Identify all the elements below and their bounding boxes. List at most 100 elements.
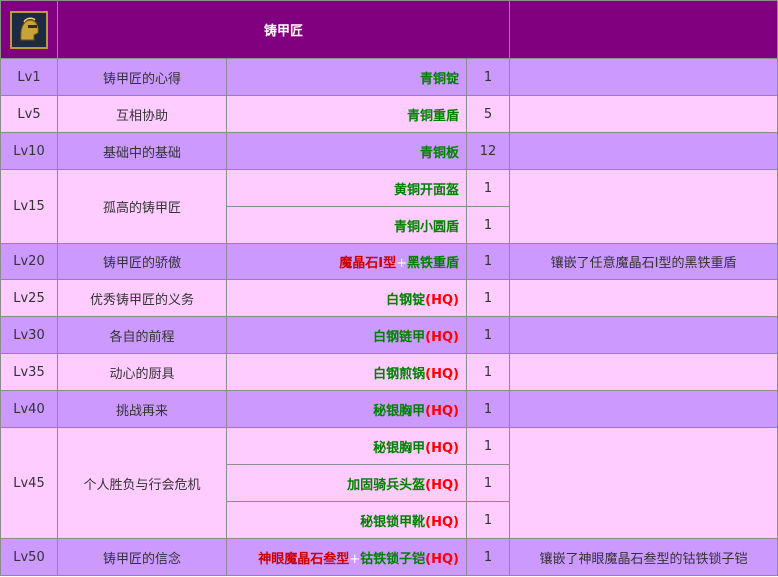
item-quantity: 1	[465, 206, 511, 244]
quest-note	[509, 316, 778, 354]
item-text: 白钢煎锅	[373, 366, 426, 382]
table-row: Lv15 孤高的铸甲匠 黄铜开面盔 1	[0, 169, 778, 244]
table-row: Lv40 挑战再来 秘银胸甲(HQ) 1	[0, 390, 778, 428]
quest-name: 优秀铸甲匠的义务	[57, 279, 227, 317]
item-text: (HQ)	[425, 440, 459, 456]
quest-level-text: Lv20	[13, 254, 45, 269]
quest-name: 个人胜负与行会危机	[57, 427, 227, 539]
item-text: 黄铜开面盔	[393, 182, 459, 198]
item-text: 钴铁锁子铠	[360, 551, 426, 567]
quest-name: 孤高的铸甲匠	[57, 169, 227, 244]
quest-level: Lv30	[0, 316, 58, 354]
item-text: (HQ)	[425, 403, 459, 419]
quest-level: Lv20	[0, 243, 58, 280]
table-row: Lv45 个人胜负与行会危机 秘银胸甲(HQ) 1	[0, 427, 778, 539]
quest-level: Lv5	[0, 95, 58, 133]
quest-level-text: Lv40	[13, 401, 45, 417]
quest-note	[509, 390, 778, 428]
item-text: (HQ)	[425, 551, 459, 567]
item-text: 青铜板	[419, 145, 459, 161]
quest-level-text: Lv35	[13, 364, 45, 380]
item-quantity: 1	[465, 279, 511, 317]
item-quantity: 1	[465, 501, 511, 539]
table-row: Lv35 动心的厨具 白钢煎锅(HQ) 1	[0, 353, 778, 391]
page-title: 铸甲匠	[56, 0, 511, 59]
quest-level-text: Lv15	[13, 199, 45, 214]
required-item: 神眼魔晶石叁型+钴铁锁子铠(HQ)	[226, 538, 467, 576]
required-item: 秘银胸甲(HQ)	[226, 390, 467, 428]
quest-table: 铸甲匠 Lv1 铸甲匠的心得 青铜锭 1 Lv5 互相协助 青铜重盾 5 Lv10 基础中的基础青…	[0, 0, 778, 576]
item-quantity: 1	[465, 316, 511, 354]
quest-name: 动心的厨具	[57, 353, 227, 391]
quest-note	[509, 353, 778, 391]
required-item: 白钢煎锅(HQ)	[226, 353, 467, 391]
quest-note	[509, 279, 778, 317]
item-text: 秘银锁甲靴	[360, 514, 426, 530]
item-text: 神眼魔晶石叁型	[258, 551, 350, 567]
quest-name: 基础中的基础	[57, 132, 227, 170]
required-item: 白钢链甲(HQ)	[226, 316, 467, 354]
quest-note: 镶嵌了神眼魔晶石叁型的钴铁锁子铠	[509, 538, 778, 576]
table-row: Lv25 优秀铸甲匠的义务 白钢锭(HQ) 1	[0, 279, 778, 317]
quest-level: Lv25	[0, 279, 58, 317]
required-item: 黄铜开面盔	[226, 169, 467, 207]
table-row: Lv5 互相协助 青铜重盾 5	[0, 95, 778, 133]
quest-name: 铸甲匠的心得	[57, 58, 227, 96]
quest-name: 挑战再来	[57, 390, 227, 428]
item-text: +	[349, 551, 361, 567]
quest-level-text: Lv1	[17, 69, 41, 85]
quest-level: Lv45	[0, 427, 58, 539]
table-row: Lv50 铸甲匠的信念 神眼魔晶石叁型+钴铁锁子铠(HQ) 1 镶嵌了神眼魔晶石叁型的钴…	[0, 538, 778, 576]
quest-level-text: Lv45	[13, 475, 45, 491]
table-row: Lv30 各自的前程 白钢链甲(HQ) 1	[0, 316, 778, 354]
item-text: 白钢锭	[386, 292, 426, 308]
item-text: (HQ)	[425, 514, 459, 530]
table-row: Lv1 铸甲匠的心得 青铜锭 1	[0, 58, 778, 96]
quest-note	[509, 58, 778, 96]
quest-name: 铸甲匠的骄傲	[57, 243, 227, 280]
quest-note: 镶嵌了任意魔晶石Ⅰ型的黑铁重盾	[509, 243, 778, 280]
item-quantity: 12	[465, 132, 511, 170]
item-text: (HQ)	[425, 366, 459, 382]
item-text: 加固骑兵头盔	[347, 477, 426, 493]
required-item: 秘银胸甲(HQ)	[226, 427, 467, 465]
item-text: 青铜锭	[419, 71, 459, 87]
armorer-helmet-icon	[10, 10, 48, 49]
item-quantity: 1	[465, 243, 511, 280]
required-item: 白钢锭(HQ)	[226, 279, 467, 317]
quest-level: Lv40	[0, 390, 58, 428]
table-row: Lv10 基础中的基础 青铜板 12	[0, 132, 778, 170]
item-quantity: 1	[465, 427, 511, 465]
required-item: 青铜锭	[226, 58, 467, 96]
avatar-cell	[0, 0, 58, 59]
item-text: 青铜小圆盾	[393, 219, 459, 235]
item-quantity: 1	[465, 390, 511, 428]
item-text: 秘银胸甲	[373, 440, 426, 456]
quest-level: Lv10	[0, 132, 58, 170]
required-item: 加固骑兵头盔(HQ)	[226, 464, 467, 502]
item-quantity: 1	[465, 464, 511, 502]
quest-level-text: Lv25	[13, 290, 45, 306]
header-spacer	[509, 0, 778, 59]
required-item: 秘银锁甲靴(HQ)	[226, 501, 467, 539]
quest-level-text: Lv10	[13, 143, 45, 159]
item-text: (HQ)	[425, 329, 459, 345]
quest-name: 铸甲匠的信念	[57, 538, 227, 576]
quest-level: Lv50	[0, 538, 58, 576]
item-text: 白钢链甲	[373, 329, 426, 345]
quest-name: 各自的前程	[57, 316, 227, 354]
required-item: 青铜小圆盾	[226, 206, 467, 244]
item-text: 秘银胸甲	[373, 403, 426, 419]
quest-note	[509, 169, 778, 244]
quest-level-text: Lv30	[13, 327, 45, 343]
required-item: 魔晶石Ⅰ型+黑铁重盾	[226, 243, 467, 280]
quest-note	[509, 132, 778, 170]
item-quantity: 5	[465, 95, 511, 133]
item-quantity: 1	[465, 58, 511, 96]
item-text: (HQ)	[425, 477, 459, 493]
item-text: (HQ)	[425, 292, 459, 308]
quest-name: 互相协助	[57, 95, 227, 133]
item-text: 黑铁重盾	[406, 256, 459, 271]
item-text: 魔晶石Ⅰ型	[339, 256, 397, 271]
quest-level: Lv15	[0, 169, 58, 244]
